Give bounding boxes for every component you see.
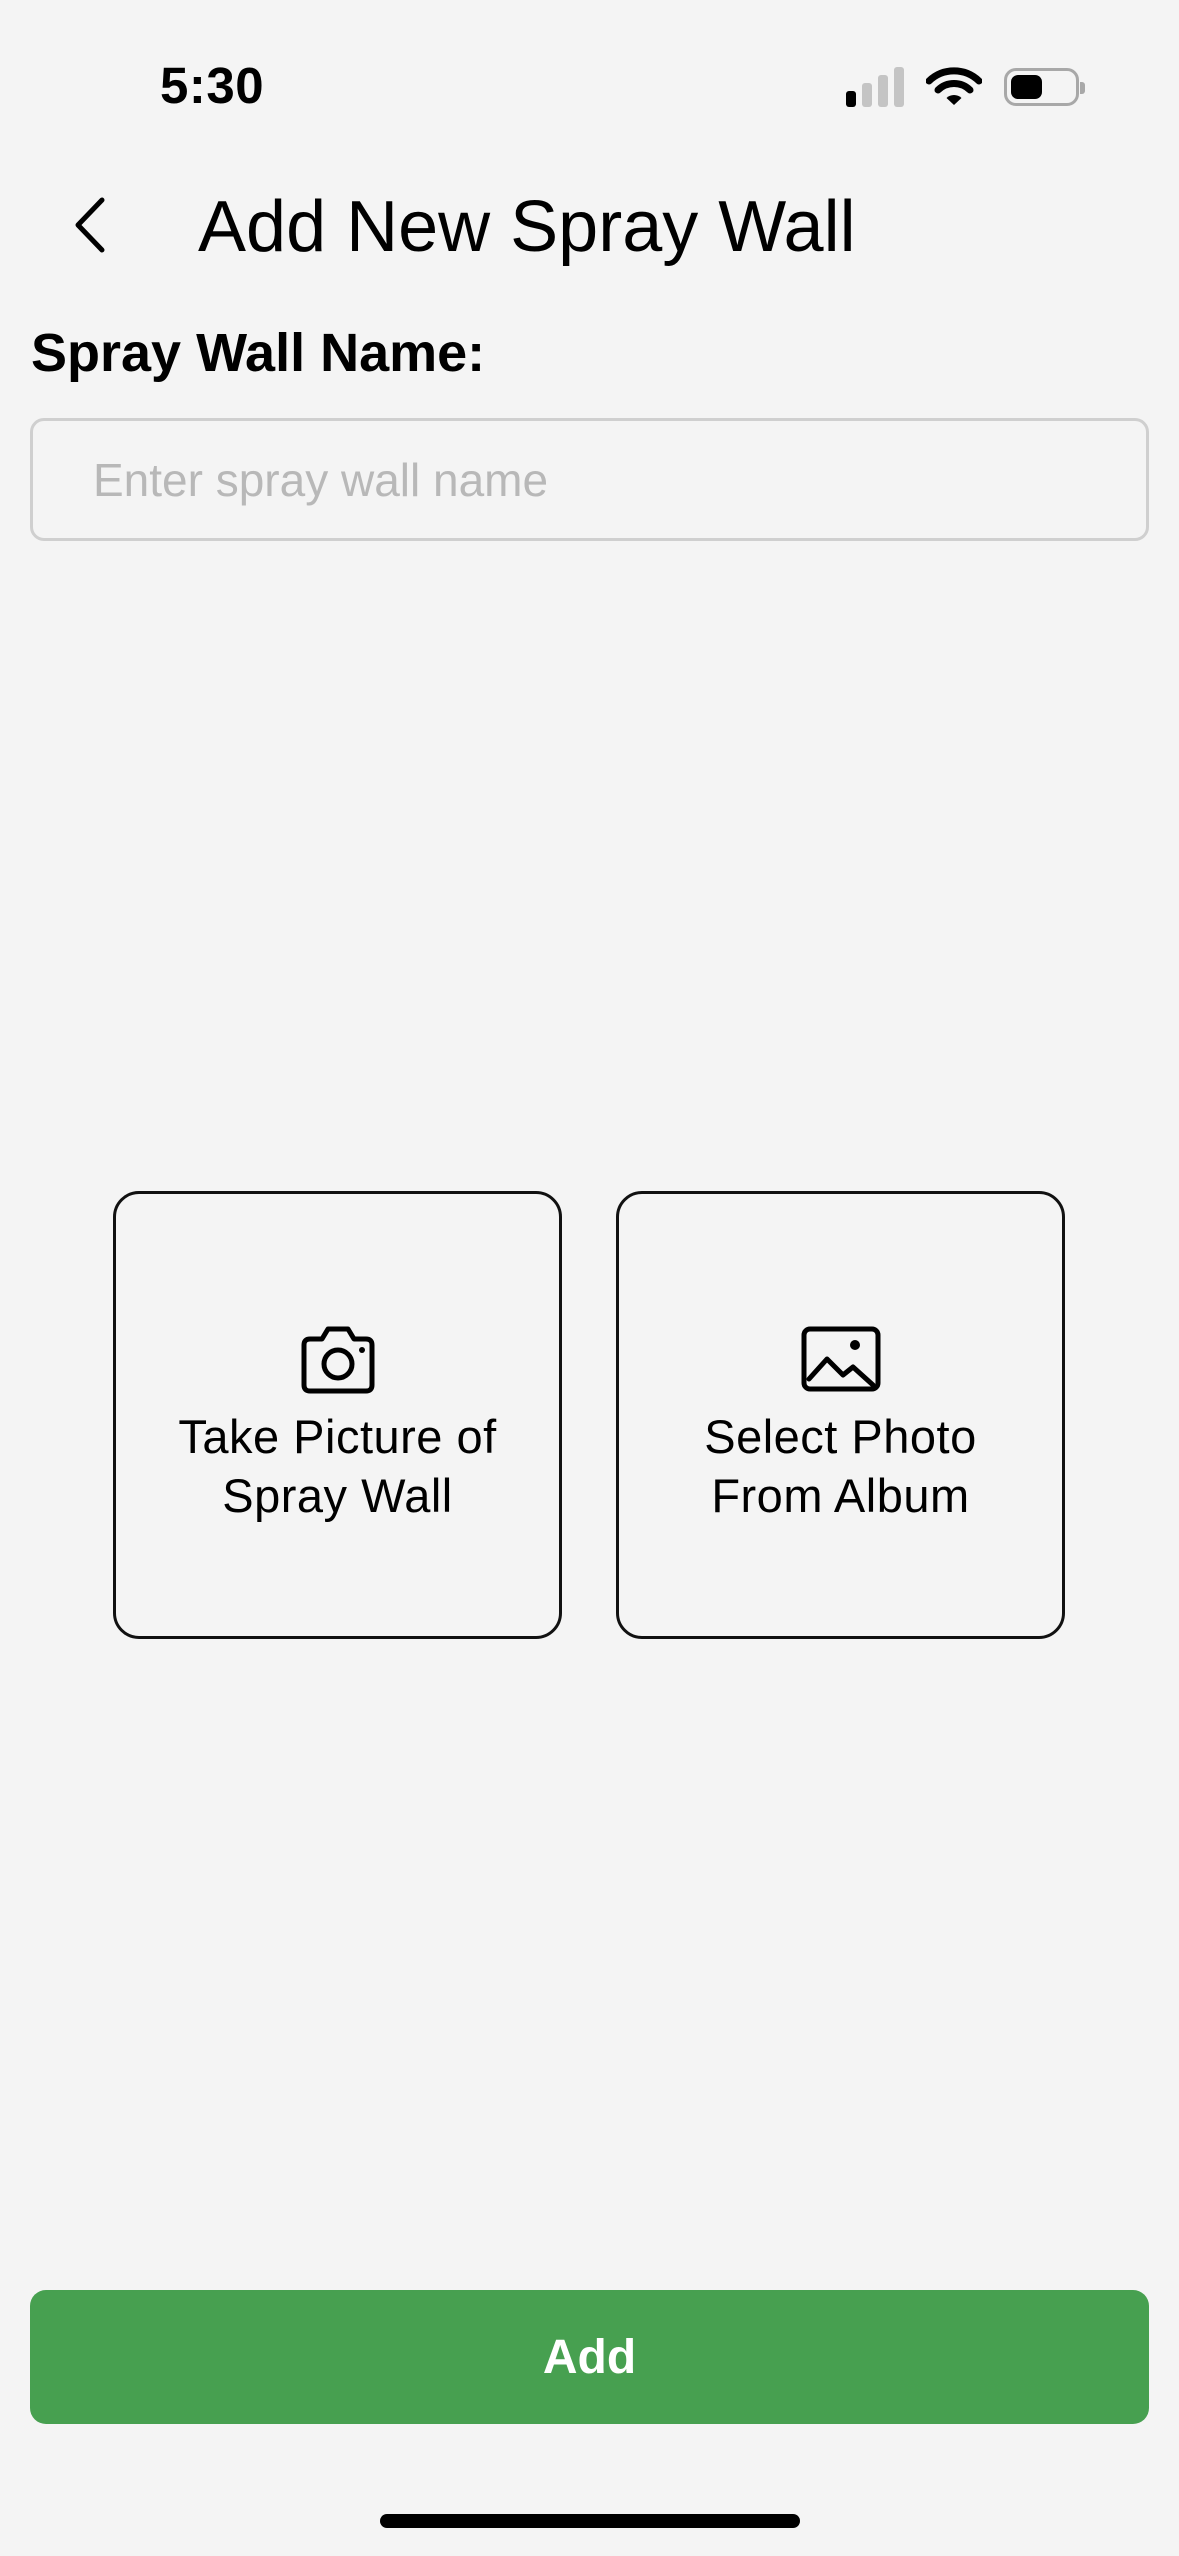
back-button[interactable] bbox=[50, 185, 130, 265]
status-bar: 5:30 bbox=[0, 0, 1179, 150]
wifi-icon bbox=[926, 67, 982, 105]
spray-wall-name-input[interactable] bbox=[30, 418, 1149, 541]
add-button[interactable]: Add bbox=[30, 2290, 1149, 2424]
battery-level bbox=[1011, 75, 1042, 99]
add-button-label: Add bbox=[542, 2330, 637, 2384]
cellular-signal-icon bbox=[846, 67, 904, 107]
take-picture-button[interactable]: Take Picture of Spray Wall bbox=[113, 1191, 562, 1639]
select-photo-button[interactable]: Select Photo From Album bbox=[616, 1191, 1065, 1639]
spray-wall-name-label: Spray Wall Name: bbox=[31, 323, 486, 383]
add-spray-wall-screen: 5:30 Add New Spray Wall Spray Wall Name:… bbox=[0, 0, 1179, 2556]
image-icon bbox=[801, 1326, 880, 1392]
status-time: 5:30 bbox=[160, 57, 265, 114]
select-photo-label: Select Photo From Album bbox=[704, 1410, 977, 1522]
take-picture-label: Take Picture of Spray Wall bbox=[178, 1410, 497, 1522]
camera-icon bbox=[301, 1326, 374, 1394]
status-icons bbox=[846, 62, 1085, 112]
chevron-left-icon bbox=[75, 197, 105, 253]
page-title: Add New Spray Wall bbox=[198, 187, 856, 267]
home-indicator[interactable] bbox=[380, 2514, 800, 2528]
battery-icon bbox=[1004, 68, 1085, 106]
